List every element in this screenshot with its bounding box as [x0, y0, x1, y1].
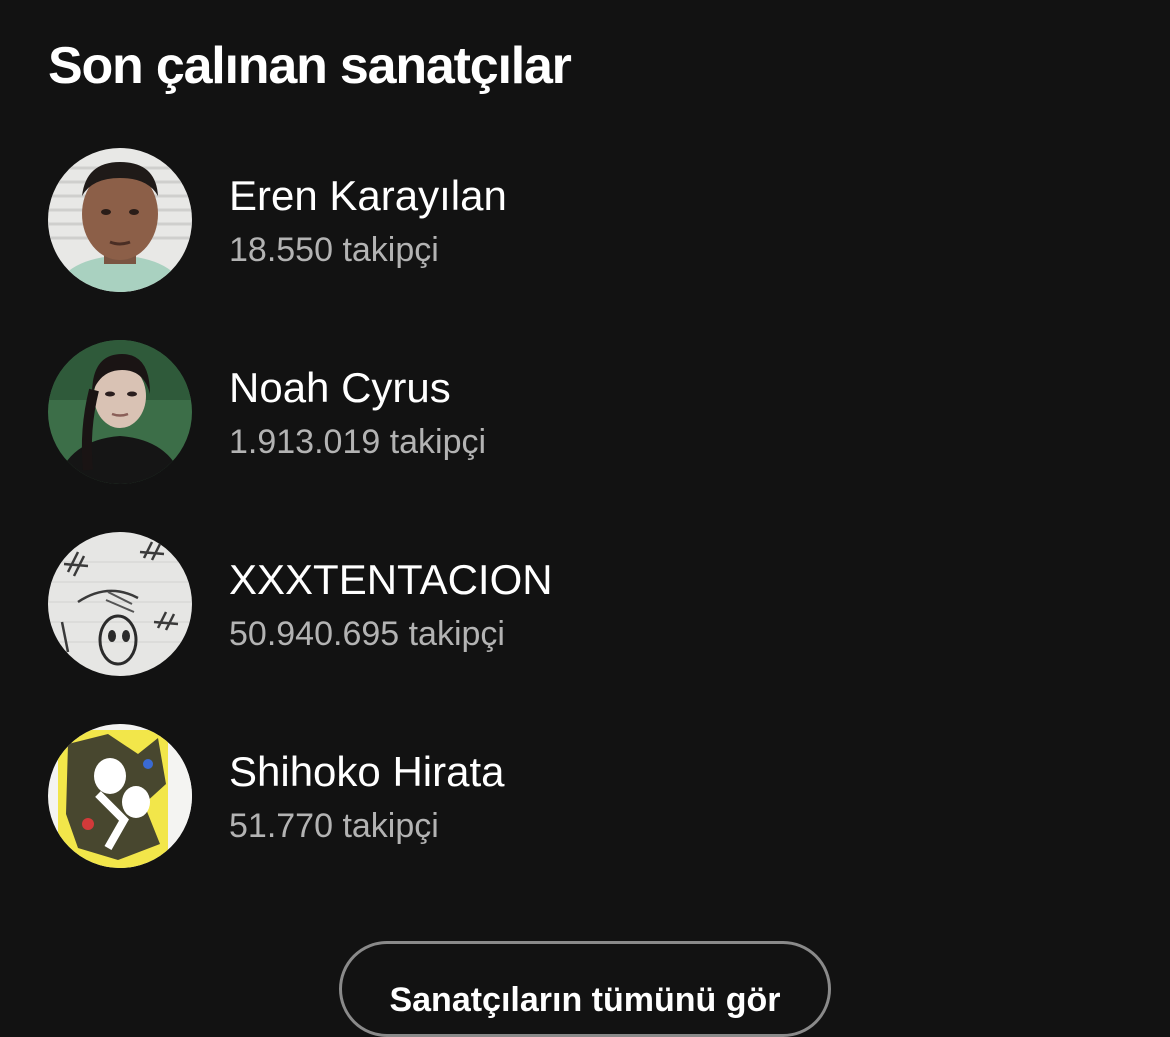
section-title: Son çalınan sanatçılar: [48, 37, 572, 95]
artist-row-xxxtentacion[interactable]: XXXTENTACION 50.940.695 takipçi: [0, 532, 1170, 676]
artist-name: Eren Karayılan: [229, 172, 507, 219]
artist-row-eren-karayilan[interactable]: Eren Karayılan 18.550 takipçi: [0, 148, 1170, 292]
artist-row-shihoko-hirata[interactable]: Shihoko Hirata 51.770 takipçi: [0, 724, 1170, 868]
artist-follower-count: 18.550 takipçi: [229, 231, 439, 269]
artist-avatar[interactable]: [48, 532, 192, 676]
artist-name: Shihoko Hirata: [229, 748, 505, 795]
artist-avatar[interactable]: [48, 340, 192, 484]
see-all-artists-button[interactable]: Sanatçıların tümünü gör: [339, 941, 831, 1037]
artist-follower-count: 50.940.695 takipçi: [229, 615, 505, 653]
recent-artists-list: Eren Karayılan 18.550 takipçi Noah Cyrus…: [0, 148, 1170, 916]
artist-avatar[interactable]: [48, 724, 192, 868]
artist-row-noah-cyrus[interactable]: Noah Cyrus 1.913.019 takipçi: [0, 340, 1170, 484]
artist-follower-count: 1.913.019 takipçi: [229, 423, 487, 461]
artist-name: XXXTENTACION: [229, 556, 553, 603]
artist-avatar[interactable]: [48, 148, 192, 292]
artist-follower-count: 51.770 takipçi: [229, 807, 439, 845]
artist-name: Noah Cyrus: [229, 364, 451, 411]
